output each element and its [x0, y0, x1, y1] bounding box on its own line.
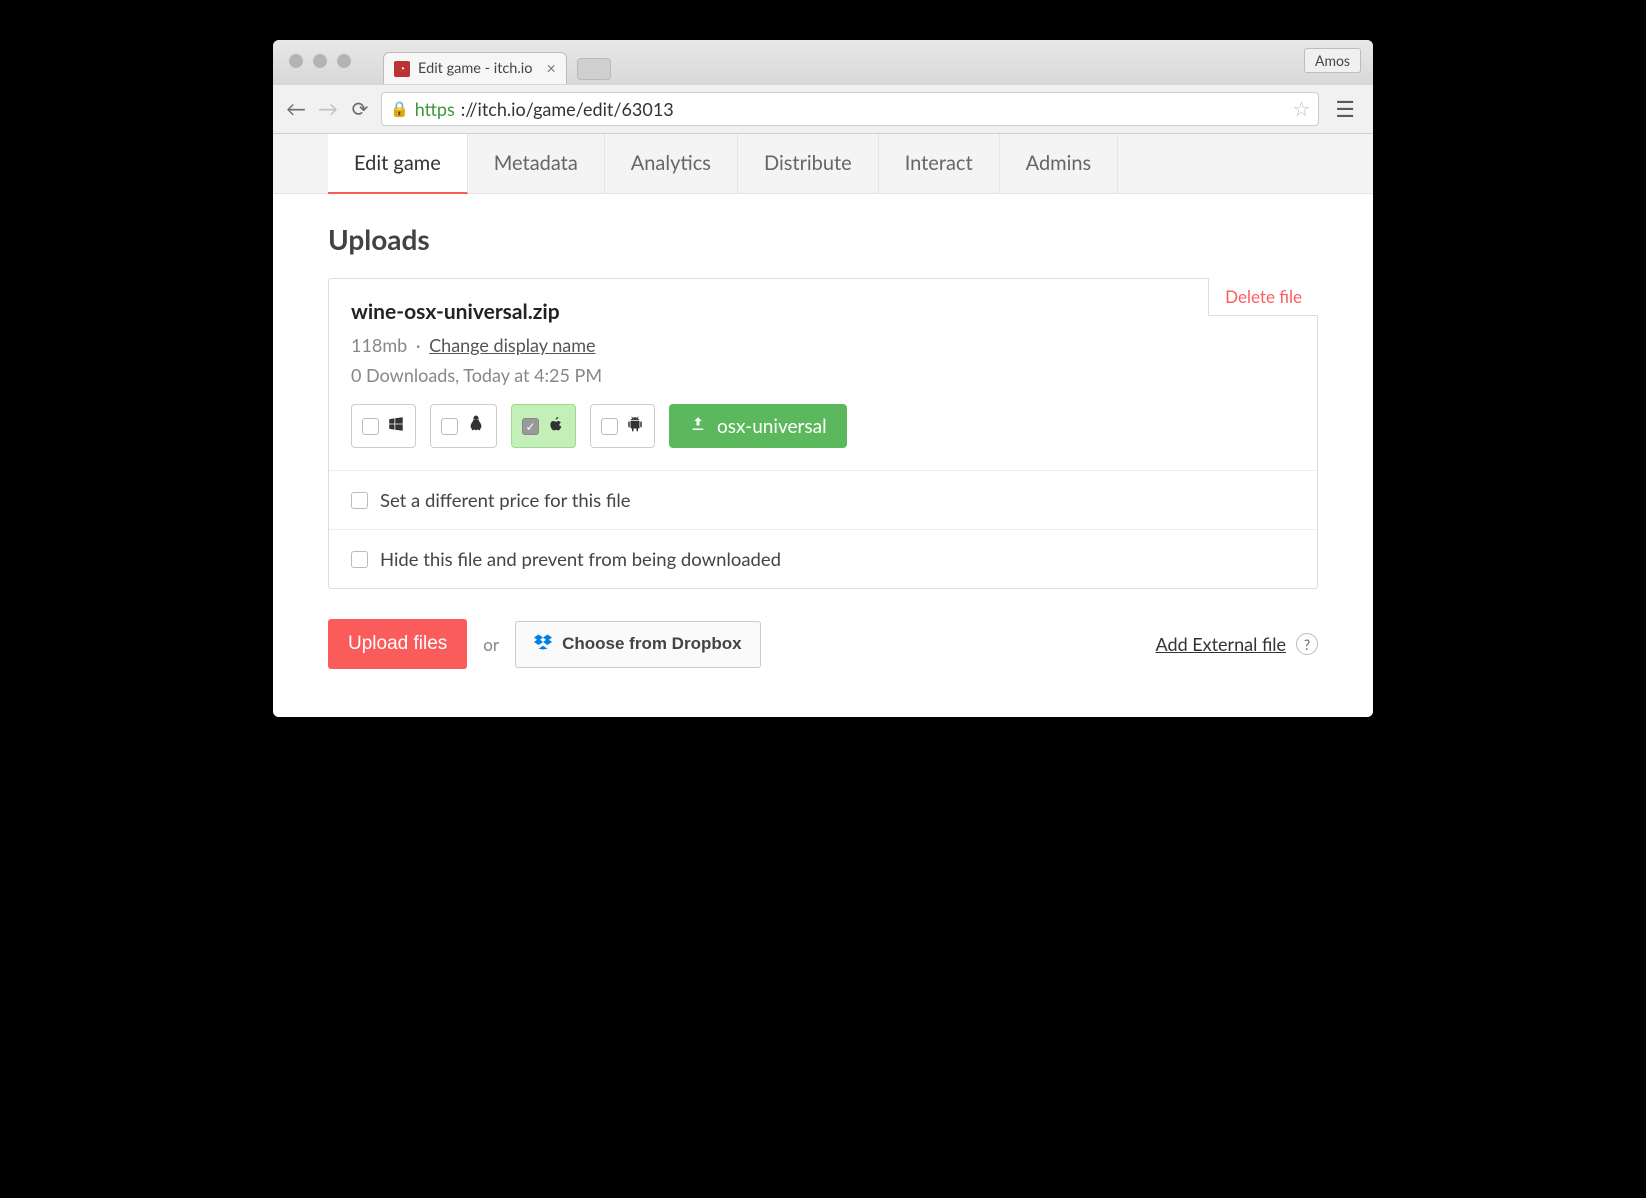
profile-button[interactable]: Amos — [1304, 48, 1361, 73]
reload-icon: ⟳ — [352, 97, 369, 121]
window-minimize-icon[interactable] — [313, 54, 327, 68]
tab-edit-game[interactable]: Edit game — [328, 134, 468, 194]
browser-tab[interactable]: ◔ Edit game - itch.io × — [383, 52, 567, 84]
checkbox-icon — [362, 418, 379, 435]
button-label: Upload files — [348, 633, 447, 654]
favicon-icon: ◔ — [394, 61, 410, 77]
tab-analytics[interactable]: Analytics — [605, 134, 738, 193]
checkbox-icon — [601, 418, 618, 435]
page-tabs: Edit game Metadata Analytics Distribute … — [273, 134, 1373, 194]
upload-stats: 0 Downloads, Today at 4:25 PM — [351, 364, 1295, 386]
platform-android-checkbox[interactable] — [590, 404, 655, 448]
reload-button[interactable]: ⟳ — [349, 98, 371, 120]
dropbox-button[interactable]: Choose from Dropbox — [515, 621, 760, 668]
linux-icon — [466, 414, 486, 439]
meta-separator: · — [416, 334, 421, 356]
forward-button[interactable]: → — [317, 98, 339, 120]
window-zoom-icon[interactable] — [337, 54, 351, 68]
page: Edit game Metadata Analytics Distribute … — [273, 134, 1373, 717]
hamburger-icon: ☰ — [1335, 95, 1355, 122]
apple-icon — [547, 414, 565, 439]
windows-icon — [387, 414, 405, 438]
url-scheme: https — [415, 98, 455, 120]
browser-window: ◔ Edit game - itch.io × Amos ← → ⟳ 🔒 htt… — [273, 40, 1373, 717]
menu-button[interactable]: ☰ — [1329, 95, 1361, 123]
upload-meta-line: 118mb · Change display name — [351, 334, 1295, 356]
upload-body: Delete file wine-osx-universal.zip 118mb… — [329, 279, 1317, 470]
upload-filename: wine-osx-universal.zip — [351, 299, 1295, 324]
url-rest: ://itch.io/game/edit/63013 — [461, 98, 674, 120]
channel-name: osx-universal — [717, 415, 827, 438]
option-hide-file[interactable]: Hide this file and prevent from being do… — [329, 529, 1317, 588]
checkbox-icon — [351, 492, 368, 509]
tab-label: Metadata — [494, 151, 578, 175]
actions-right: Add External file ? — [1156, 633, 1318, 655]
back-icon: ← — [286, 97, 306, 121]
forward-icon: → — [318, 97, 338, 121]
platform-mac-checkbox[interactable]: ✓ — [511, 404, 576, 448]
back-button[interactable]: ← — [285, 98, 307, 120]
tab-label: Distribute — [764, 151, 852, 175]
actions-row: Upload files or Choose from Dropbox Add … — [328, 619, 1318, 669]
upload-size: 118mb — [351, 334, 407, 356]
tab-metadata[interactable]: Metadata — [468, 134, 605, 193]
help-icon: ? — [1304, 636, 1310, 653]
option-label: Hide this file and prevent from being do… — [380, 548, 781, 570]
option-different-price[interactable]: Set a different price for this file — [329, 470, 1317, 529]
bookmark-icon[interactable]: ☆ — [1292, 97, 1310, 121]
tab-label: Edit game — [354, 151, 441, 175]
new-tab-button[interactable] — [577, 58, 611, 80]
channel-chip: osx-universal — [669, 404, 847, 448]
browser-toolbar: ← → ⟳ 🔒 https ://itch.io/game/edit/63013 … — [273, 84, 1373, 134]
profile-name: Amos — [1315, 52, 1350, 69]
checkbox-icon — [351, 551, 368, 568]
tab-label: Analytics — [631, 151, 711, 175]
platform-linux-checkbox[interactable] — [430, 404, 497, 448]
platform-windows-checkbox[interactable] — [351, 404, 416, 448]
tab-title: Edit game - itch.io — [418, 60, 533, 77]
upload-files-button[interactable]: Upload files — [328, 619, 467, 669]
upload-card: Delete file wine-osx-universal.zip 118mb… — [328, 278, 1318, 589]
tab-admins[interactable]: Admins — [1000, 134, 1119, 193]
delete-file-label: Delete file — [1225, 286, 1302, 307]
or-text: or — [483, 634, 499, 655]
window-controls — [289, 54, 351, 68]
checkbox-icon: ✓ — [522, 418, 539, 435]
address-bar[interactable]: 🔒 https ://itch.io/game/edit/63013 ☆ — [381, 92, 1319, 126]
option-label: Set a different price for this file — [380, 489, 631, 511]
checkbox-icon — [441, 418, 458, 435]
upload-icon — [689, 415, 707, 437]
platform-row: ✓ — [351, 404, 1295, 448]
tab-close-icon[interactable]: × — [547, 59, 556, 78]
delete-file-button[interactable]: Delete file — [1208, 278, 1318, 316]
tab-label: Interact — [905, 151, 973, 175]
lock-icon: 🔒 — [390, 100, 409, 118]
tab-distribute[interactable]: Distribute — [738, 134, 879, 193]
android-icon — [626, 414, 644, 439]
add-external-file-link[interactable]: Add External file — [1156, 633, 1286, 655]
dropbox-icon — [534, 634, 552, 655]
help-button[interactable]: ? — [1296, 633, 1318, 655]
window-close-icon[interactable] — [289, 54, 303, 68]
section-title: Uploads — [328, 222, 1318, 256]
browser-tabstrip: ◔ Edit game - itch.io × Amos — [273, 40, 1373, 84]
button-label: Choose from Dropbox — [562, 634, 741, 654]
tab-interact[interactable]: Interact — [879, 134, 1000, 193]
content-area: Uploads Delete file wine-osx-universal.z… — [273, 194, 1373, 717]
change-display-name-link[interactable]: Change display name — [429, 334, 595, 356]
tab-label: Admins — [1026, 151, 1092, 175]
